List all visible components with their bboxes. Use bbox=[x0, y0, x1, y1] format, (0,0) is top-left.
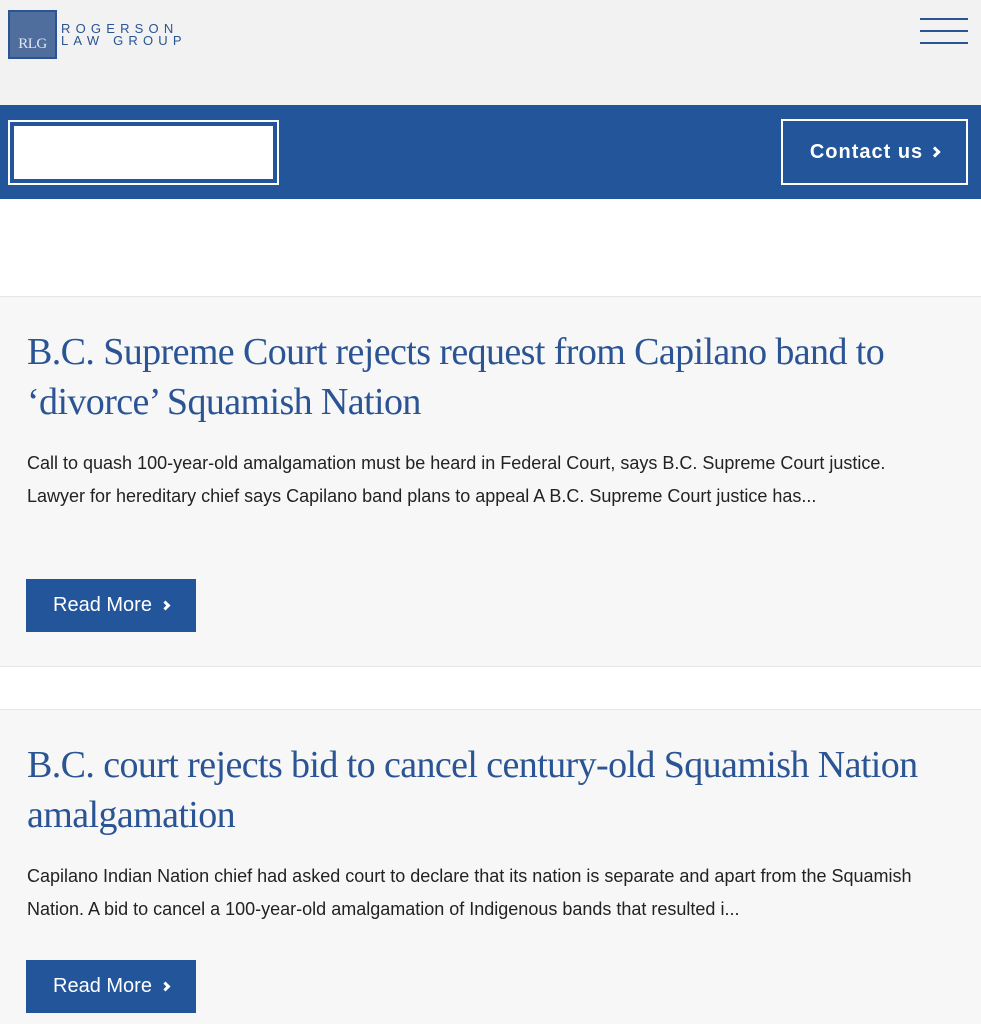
logo-monogram-text: RLG bbox=[18, 36, 47, 52]
article-excerpt: Capilano Indian Nation chief had asked c… bbox=[27, 866, 912, 919]
contact-us-button[interactable]: Contact us bbox=[781, 119, 968, 185]
site-header: RLG ROGERSON LAW GROUP bbox=[0, 0, 981, 105]
action-bar: Contact us bbox=[0, 105, 981, 199]
logo[interactable]: RLG ROGERSON LAW GROUP bbox=[8, 10, 187, 59]
article-title[interactable]: B.C. Supreme Court rejects request from … bbox=[27, 327, 947, 427]
chevron-right-icon bbox=[929, 146, 941, 158]
logo-line-2: LAW GROUP bbox=[61, 32, 187, 48]
logo-wordmark: ROGERSON LAW GROUP bbox=[61, 22, 187, 48]
read-more-label: Read More bbox=[53, 975, 152, 997]
article-title[interactable]: B.C. court rejects bid to cancel century… bbox=[27, 740, 947, 840]
menu-bar-bottom bbox=[920, 42, 968, 44]
read-more-button[interactable]: Read More bbox=[26, 579, 196, 632]
article-card: B.C. Supreme Court rejects request from … bbox=[0, 296, 981, 667]
article-card: B.C. court rejects bid to cancel century… bbox=[0, 709, 981, 1024]
read-more-button[interactable]: Read More bbox=[26, 960, 196, 1013]
search-box bbox=[8, 120, 279, 185]
menu-bar-top bbox=[920, 18, 968, 20]
article-excerpt: Call to quash 100-year-old amalgamation … bbox=[27, 453, 886, 506]
contact-us-label: Contact us bbox=[809, 140, 924, 163]
read-more-label: Read More bbox=[53, 594, 152, 616]
chevron-right-icon bbox=[160, 600, 171, 611]
search-input[interactable] bbox=[14, 126, 273, 179]
hamburger-menu-icon[interactable] bbox=[920, 18, 968, 46]
menu-bar-middle bbox=[920, 30, 968, 32]
chevron-right-icon bbox=[160, 981, 171, 992]
logo-monogram: RLG bbox=[8, 10, 57, 59]
